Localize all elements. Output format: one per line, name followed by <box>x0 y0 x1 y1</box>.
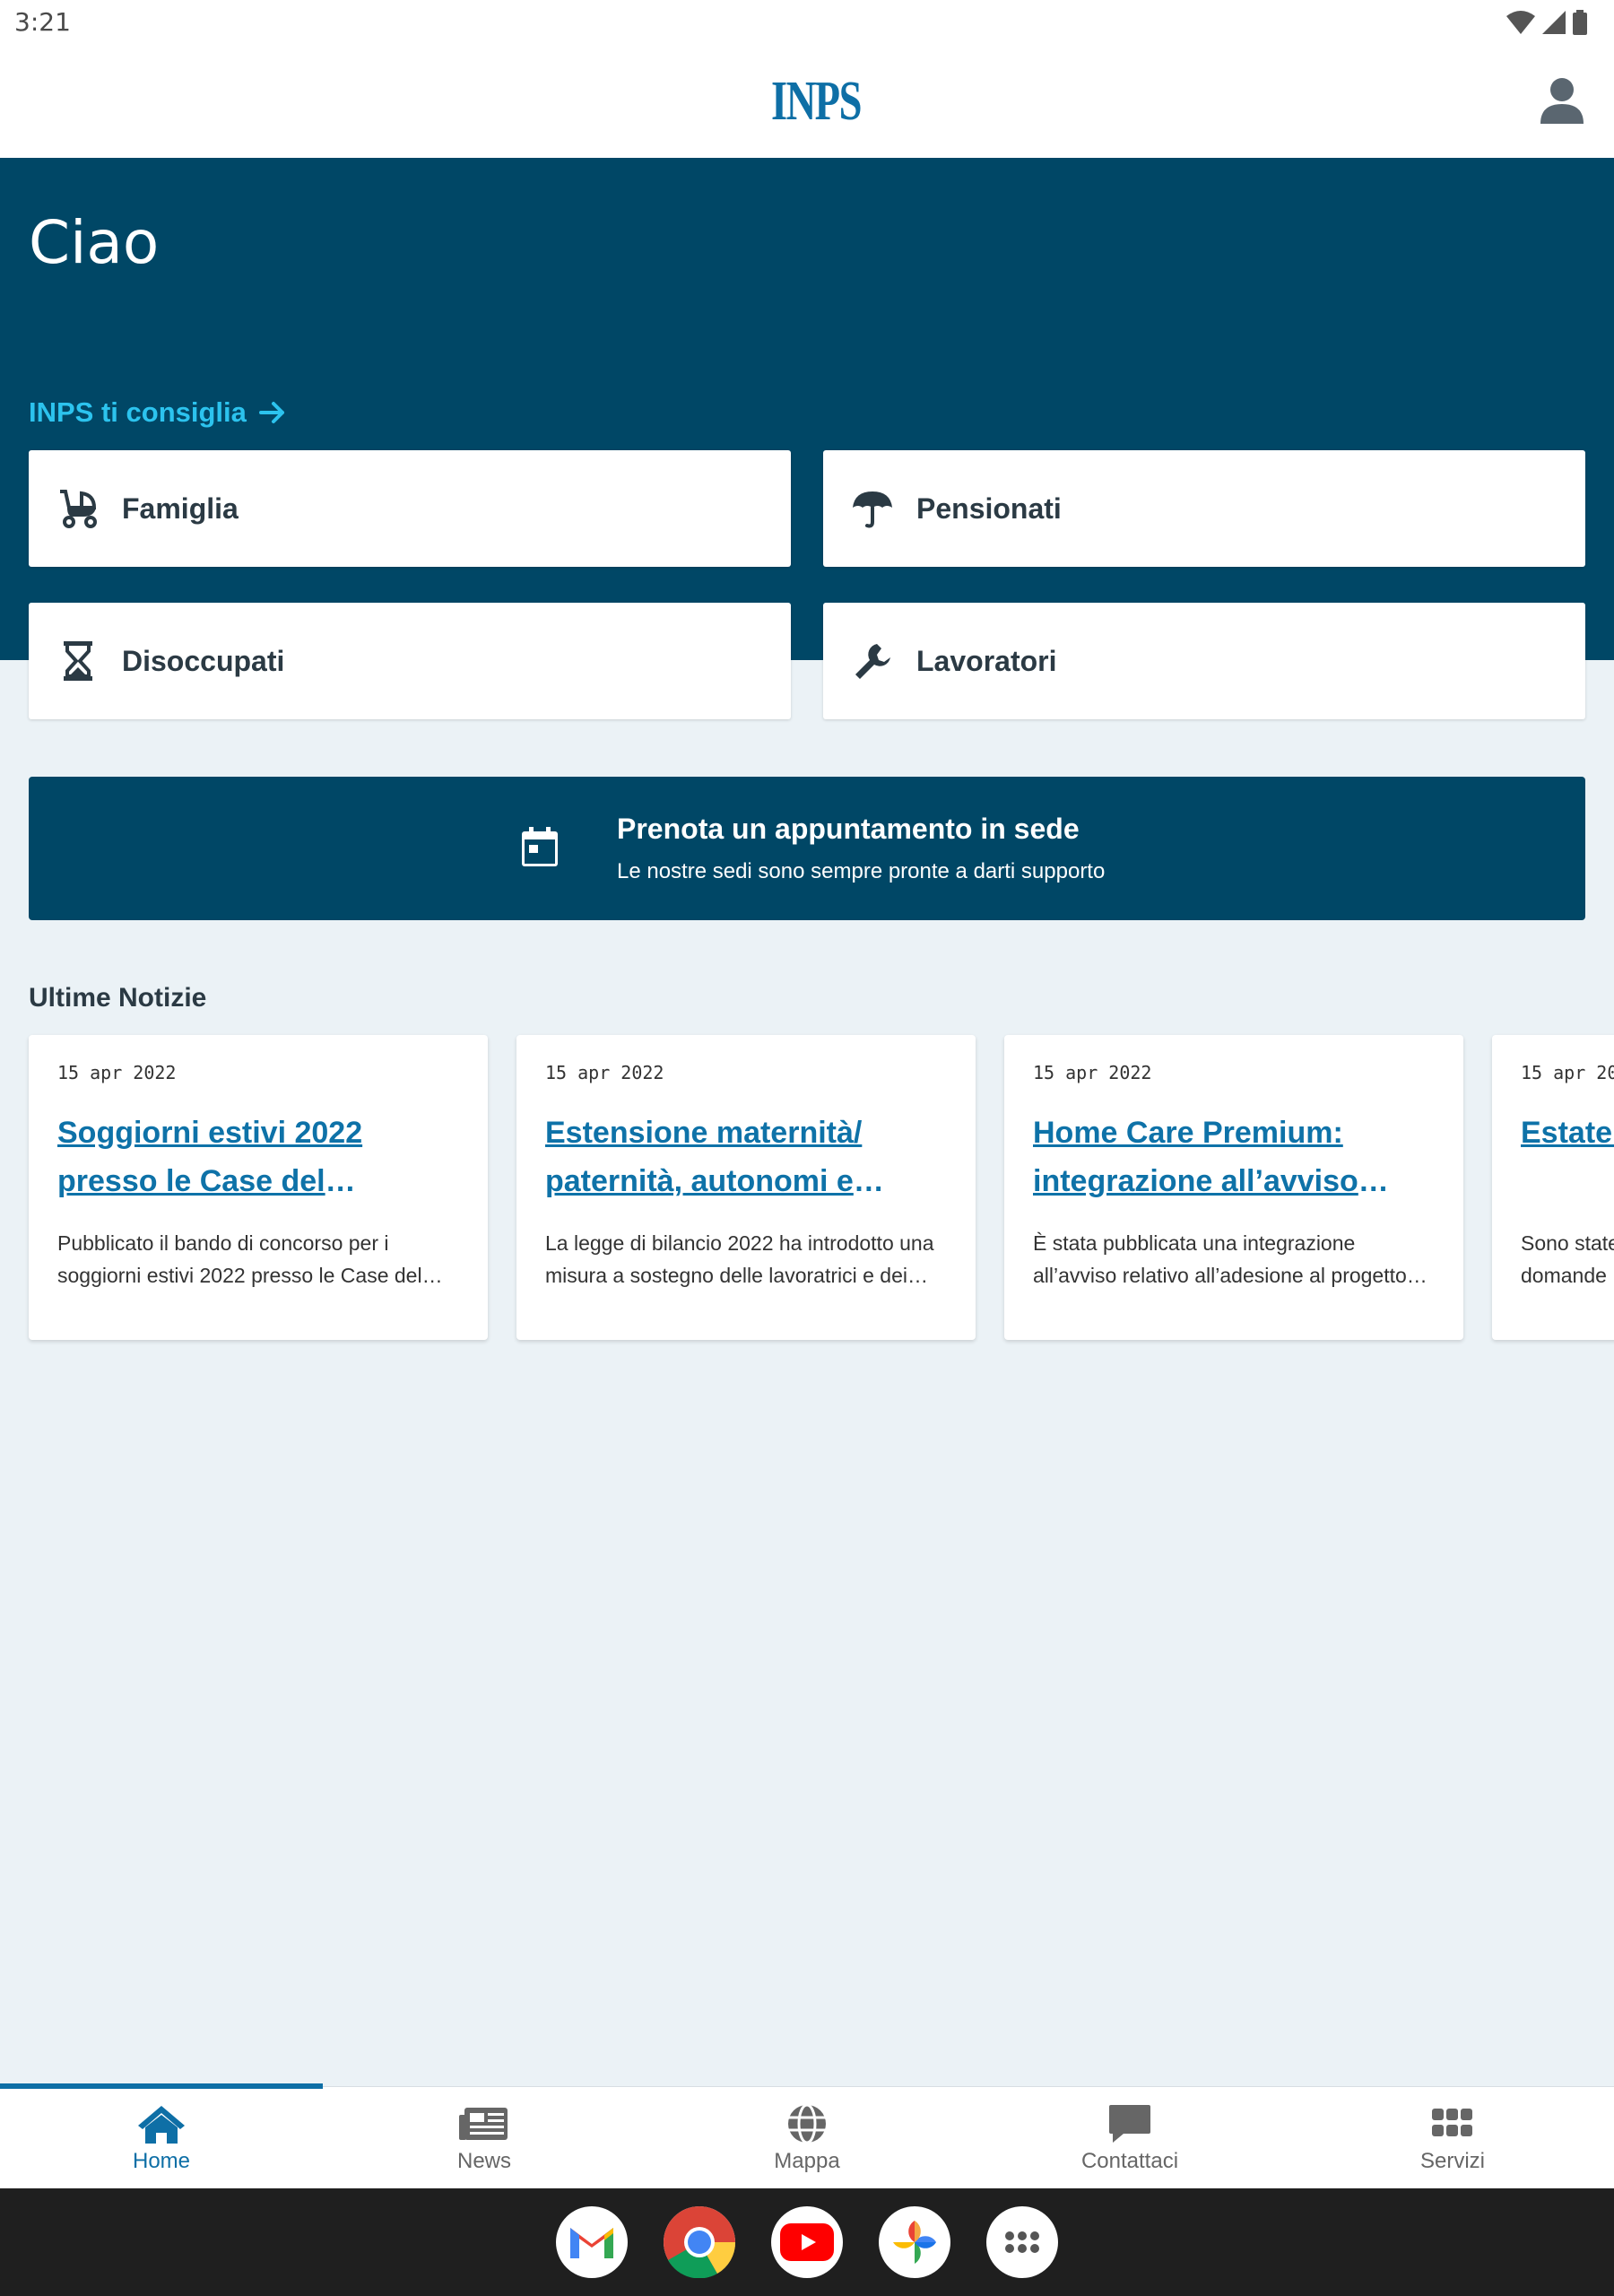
news-card[interactable]: 15 apr 2022 Home Care Premium: integrazi… <box>1004 1035 1463 1340</box>
arrow-right-icon <box>258 402 284 423</box>
greeting-title: Ciao <box>29 208 160 277</box>
wifi-icon <box>1506 11 1535 34</box>
globe-icon <box>782 2102 832 2145</box>
newspaper-icon <box>459 2102 509 2145</box>
category-lavoratori[interactable]: Lavoratori <box>823 603 1585 719</box>
status-time: 3:21 <box>14 7 71 37</box>
news-description: Sono state pubblicate le risposte alle d… <box>1521 1231 1614 1287</box>
book-appointment-banner[interactable]: Prenota un appuntamento in sede Le nostr… <box>29 777 1585 920</box>
news-title[interactable]: Home Care Premium: integrazione all’avvi… <box>1033 1109 1435 1205</box>
news-title[interactable]: Soggiorni estivi 2022 presso le Case del… <box>57 1109 459 1205</box>
battery-icon <box>1573 10 1587 35</box>
news-card[interactable]: 15 apr 2022 Soggiorni estivi 2022 presso… <box>29 1035 488 1340</box>
inps-ti-consiglia-link[interactable]: INPS ti consiglia <box>29 396 286 429</box>
category-label: Famiglia <box>122 491 239 525</box>
grid-icon <box>1427 2102 1478 2145</box>
app-header: INPS <box>0 45 1614 158</box>
category-label: Disoccupati <box>122 644 285 677</box>
nav-home[interactable]: Home <box>0 2087 323 2189</box>
news-section-title: Ultime Notizie <box>29 983 207 1013</box>
umbrella-icon <box>850 486 895 531</box>
nav-label: Mappa <box>774 2149 840 2173</box>
advice-link-label: INPS ti consiglia <box>29 396 247 428</box>
category-famiglia[interactable]: Famiglia <box>29 450 791 567</box>
news-description: Pubblicato il bando di concorso per i so… <box>57 1231 422 1287</box>
active-tab-indicator <box>0 2083 323 2089</box>
photos-icon[interactable] <box>879 2206 950 2278</box>
user-icon <box>1540 78 1584 124</box>
news-date: 15 apr 2022 <box>1521 1062 1614 1083</box>
booking-subtitle: Le nostre sedi sono sempre pronte a dart… <box>617 859 1106 883</box>
nav-contattaci[interactable]: Contattaci <box>968 2087 1291 2189</box>
news-date: 15 apr 2022 <box>57 1062 177 1083</box>
system-dock <box>0 2188 1614 2296</box>
chat-icon <box>1105 2102 1155 2145</box>
wrench-icon <box>850 639 895 683</box>
home-icon <box>136 2102 187 2145</box>
category-disoccupati[interactable]: Disoccupati <box>29 603 791 719</box>
nav-news[interactable]: News <box>323 2087 646 2189</box>
youtube-icon[interactable] <box>771 2206 843 2278</box>
hero-section: Ciao INPS ti consiglia <box>0 158 1614 660</box>
news-description: La legge di bilancio 2022 ha introdotto … <box>545 1231 934 1287</box>
signal-icon <box>1542 11 1566 34</box>
app-drawer-icon[interactable] <box>986 2206 1058 2278</box>
news-card[interactable]: 15 apr 2022 Estate INPSieme pubblicate S… <box>1492 1035 1614 1340</box>
booking-title: Prenota un appuntamento in sede <box>617 813 1080 845</box>
category-pensionati[interactable]: Pensionati <box>823 450 1585 567</box>
news-card[interactable]: 15 apr 2022 Estensione maternità/ patern… <box>516 1035 976 1340</box>
user-profile-button[interactable] <box>1537 75 1587 126</box>
chrome-icon[interactable] <box>664 2206 735 2278</box>
nav-servizi[interactable]: Servizi <box>1291 2087 1614 2189</box>
gmail-icon[interactable] <box>556 2206 628 2278</box>
hourglass-icon <box>56 639 100 683</box>
nav-label: Contattaci <box>1080 2149 1179 2173</box>
news-title[interactable]: Estate INPSieme pubblicate <box>1521 1109 1614 1205</box>
bottom-navigation: Home News Mappa Contattaci Servizi <box>0 2083 1614 2189</box>
category-label: Lavoratori <box>916 644 1057 677</box>
stroller-icon <box>56 486 100 531</box>
news-title[interactable]: Estensione maternità/ paternità, autonom… <box>545 1109 947 1205</box>
news-date: 15 apr 2022 <box>1033 1062 1152 1083</box>
status-bar: 3:21 <box>0 0 1614 45</box>
news-description: È stata pubblicata una integrazione all’… <box>1033 1231 1407 1287</box>
nav-mappa[interactable]: Mappa <box>646 2087 968 2189</box>
category-label: Pensionati <box>916 491 1062 525</box>
status-icons <box>1506 9 1587 36</box>
inps-logo: INPS <box>771 71 862 132</box>
calendar-icon <box>522 827 567 872</box>
news-carousel[interactable]: 15 apr 2022 Soggiorni estivi 2022 presso… <box>0 1022 1614 1363</box>
nav-label: Servizi <box>1419 2149 1485 2173</box>
nav-label: Home <box>132 2149 191 2173</box>
nav-label: News <box>456 2149 511 2173</box>
news-date: 15 apr 2022 <box>545 1062 664 1083</box>
